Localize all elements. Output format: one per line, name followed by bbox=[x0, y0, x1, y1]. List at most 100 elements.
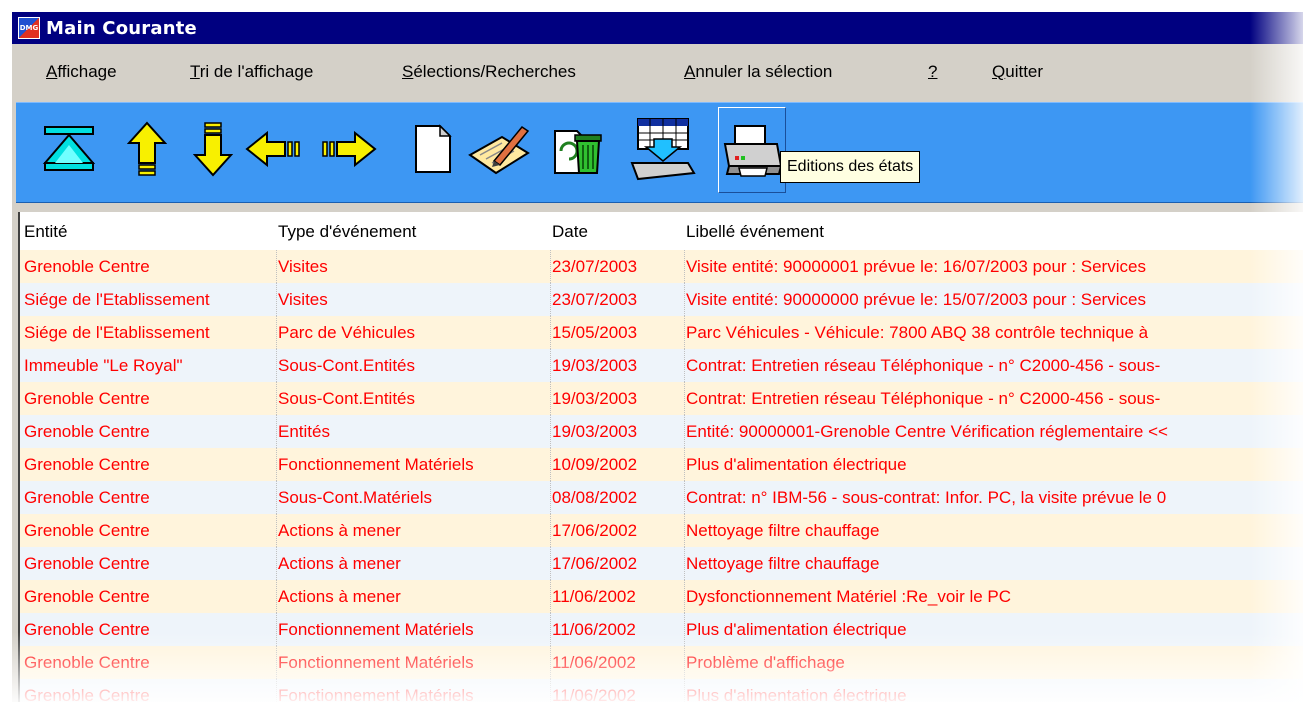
cell-date: 11/06/2002 bbox=[552, 620, 636, 639]
next-page-button[interactable] bbox=[316, 117, 382, 181]
cell-libelle: Visite entité: 90000001 prévue le: 16/07… bbox=[686, 257, 1146, 276]
table-row[interactable]: Siége de l'Etablissement Parc de Véhicule… bbox=[20, 316, 1303, 350]
cell-entite: Siége de l'Etablissement bbox=[24, 323, 210, 342]
delete-button[interactable] bbox=[546, 117, 612, 181]
cell-entite: Grenoble Centre bbox=[24, 488, 150, 507]
column-separator bbox=[684, 415, 686, 448]
column-separator bbox=[550, 316, 552, 349]
table-row[interactable]: Grenoble Centre Fonctionnement Matériels 1… bbox=[20, 613, 1303, 647]
table-row[interactable]: Grenoble Centre Actions à mener 17/06/2002… bbox=[20, 514, 1303, 548]
table-row[interactable]: Grenoble Centre Actions à mener 11/06/2002… bbox=[20, 580, 1303, 614]
cell-date: 17/06/2002 bbox=[552, 554, 638, 573]
column-header-type[interactable]: Type d'événement bbox=[278, 222, 416, 242]
cell-type: Sous-Cont.Entités bbox=[278, 389, 416, 408]
column-header-entite[interactable]: Entité bbox=[24, 222, 67, 242]
column-separator bbox=[684, 679, 686, 702]
cell-type: Sous-Cont.Matériels bbox=[278, 488, 433, 507]
column-separator bbox=[550, 514, 552, 547]
table-row[interactable]: Grenoble Centre Fonctionnement Matériels 1… bbox=[20, 448, 1303, 482]
cell-entite: Siége de l'Etablissement bbox=[24, 290, 210, 309]
first-record-button[interactable] bbox=[36, 117, 102, 181]
cell-date: 19/03/2003 bbox=[552, 389, 638, 408]
table-row[interactable]: Grenoble Centre Visites 23/07/2003 Visite e… bbox=[20, 250, 1303, 284]
cell-type: Fonctionnement Matériels bbox=[278, 653, 474, 672]
table-row[interactable]: Immeuble "Le Royal" Sous-Cont.Entités 19/0… bbox=[20, 349, 1303, 383]
cell-date: 11/06/2002 bbox=[552, 653, 636, 672]
cell-entite: Grenoble Centre bbox=[24, 686, 150, 702]
cell-date: 11/06/2002 bbox=[552, 587, 636, 606]
menu-selections-recherches[interactable]: Sélections/Recherches bbox=[398, 60, 580, 84]
main-courante-window: DMG Main Courante Affichage Tri de l'aff… bbox=[10, 10, 1303, 702]
edit-document-icon bbox=[468, 125, 530, 175]
cell-entite: Grenoble Centre bbox=[24, 620, 150, 639]
column-separator bbox=[684, 580, 686, 613]
cell-entite: Immeuble "Le Royal" bbox=[24, 356, 183, 375]
column-separator bbox=[684, 613, 686, 646]
export-button[interactable] bbox=[630, 117, 696, 181]
print-reports-button[interactable] bbox=[718, 107, 786, 193]
column-separator bbox=[276, 613, 278, 646]
column-separator bbox=[684, 250, 686, 283]
table-row[interactable]: Grenoble Centre Entités 19/03/2003 Entité: … bbox=[20, 415, 1303, 449]
app-icon: DMG bbox=[18, 17, 40, 39]
column-header-libelle[interactable]: Libellé événement bbox=[686, 222, 824, 242]
cell-type: Actions à mener bbox=[278, 587, 401, 606]
previous-record-button[interactable] bbox=[114, 117, 180, 181]
cell-type: Fonctionnement Matériels bbox=[278, 620, 474, 639]
new-button[interactable] bbox=[400, 117, 466, 181]
table-row[interactable]: Grenoble Centre Sous-Cont.Entités 19/03/20… bbox=[20, 382, 1303, 416]
table-row[interactable]: Grenoble Centre Actions à mener 17/06/2002… bbox=[20, 547, 1303, 581]
table-row[interactable]: Siége de l'Etablissement Visites 23/07/200… bbox=[20, 283, 1303, 317]
title-bar[interactable]: DMG Main Courante bbox=[12, 12, 1303, 44]
cell-libelle: Visite entité: 90000000 prévue le: 15/07… bbox=[686, 290, 1146, 309]
column-separator bbox=[276, 283, 278, 316]
edit-button[interactable] bbox=[466, 117, 532, 181]
cell-entite: Grenoble Centre bbox=[24, 389, 150, 408]
column-separator bbox=[550, 250, 552, 283]
column-separator bbox=[550, 646, 552, 679]
table-row[interactable]: Grenoble Centre Fonctionnement Matériels 1… bbox=[20, 646, 1303, 680]
column-separator bbox=[684, 547, 686, 580]
cell-type: Visites bbox=[278, 257, 328, 276]
column-separator bbox=[276, 250, 278, 283]
cell-libelle: Plus d'alimentation électrique bbox=[686, 686, 907, 702]
column-separator bbox=[276, 448, 278, 481]
previous-page-button[interactable] bbox=[242, 117, 308, 181]
window-title: Main Courante bbox=[46, 17, 197, 39]
column-separator bbox=[276, 349, 278, 382]
column-separator bbox=[550, 382, 552, 415]
cell-libelle: Problème d'affichage bbox=[686, 653, 845, 672]
cell-date: 11/06/2002 bbox=[552, 686, 636, 702]
column-separator bbox=[684, 481, 686, 514]
column-separator bbox=[684, 646, 686, 679]
column-separator bbox=[684, 349, 686, 382]
table-row[interactable]: Grenoble Centre Fonctionnement Matériels 1… bbox=[20, 679, 1303, 702]
column-header-date[interactable]: Date bbox=[552, 222, 588, 242]
cell-libelle: Nettoyage filtre chauffage bbox=[686, 521, 880, 540]
cell-entite: Grenoble Centre bbox=[24, 554, 150, 573]
column-separator bbox=[684, 382, 686, 415]
cell-type: Entités bbox=[278, 422, 330, 441]
export-table-icon bbox=[630, 118, 696, 181]
column-separator bbox=[550, 580, 552, 613]
events-grid[interactable]: Entité Type d'événement Date Libellé évé… bbox=[18, 212, 1303, 702]
cell-entite: Grenoble Centre bbox=[24, 521, 150, 540]
column-separator bbox=[276, 679, 278, 702]
column-separator bbox=[550, 481, 552, 514]
cell-type: Fonctionnement Matériels bbox=[278, 686, 474, 702]
print-icon bbox=[723, 125, 783, 177]
menu-affichage[interactable]: Affichage bbox=[42, 60, 121, 84]
cell-date: 19/03/2003 bbox=[552, 422, 638, 441]
column-separator bbox=[550, 283, 552, 316]
menu-tri-affichage[interactable]: Tri de l'affichage bbox=[186, 60, 317, 84]
cell-date: 23/07/2003 bbox=[552, 290, 638, 309]
arrow-up-icon bbox=[127, 121, 167, 176]
column-separator bbox=[684, 316, 686, 349]
table-row[interactable]: Grenoble Centre Sous-Cont.Matériels 08/08/… bbox=[20, 481, 1303, 515]
menu-quitter[interactable]: Quitter bbox=[988, 60, 1047, 84]
new-document-icon bbox=[415, 124, 452, 173]
menu-annuler-selection[interactable]: Annuler la sélection bbox=[680, 60, 836, 84]
next-record-button[interactable] bbox=[180, 117, 246, 181]
arrow-left-icon bbox=[245, 130, 300, 168]
menu-help[interactable]: ? bbox=[924, 60, 941, 84]
